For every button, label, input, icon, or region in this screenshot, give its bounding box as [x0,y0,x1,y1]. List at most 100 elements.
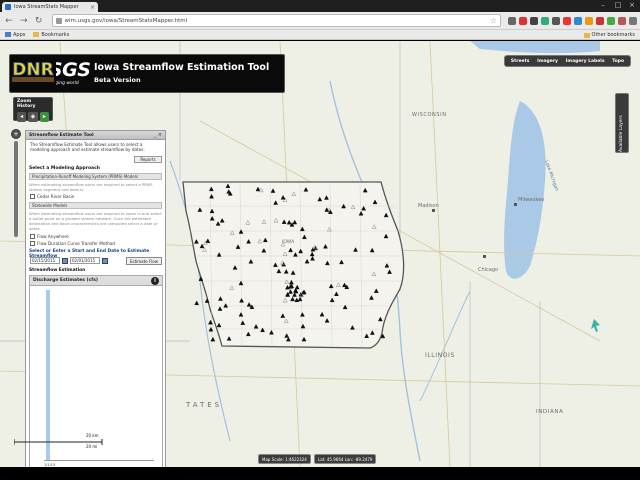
menu-icon[interactable] [628,16,637,25]
apps-icon [5,32,11,37]
iowa-outline [182,181,405,349]
extension-icon[interactable] [584,16,593,25]
basemap-topo-button[interactable]: Topo [612,59,624,64]
basemap-selector: Streets Imagery Imagery Labels Topo [504,55,631,67]
map-label-wisconsin: WISCONSIN [412,112,447,118]
flow-anywhere-label: Flow Anywhere [37,234,69,239]
flow-duration-option[interactable]: Flow Duration Curve Transfer Method [30,241,115,246]
basemap-streets-button[interactable]: Streets [511,59,530,64]
extension-icon[interactable] [529,16,538,25]
zoom-history: Zoom History ◂ ◈ ▸ [13,97,53,122]
bookmarks-bar: Apps Bookmarks Other bookmarks [0,30,640,40]
browser-tab[interactable]: Iowa StreamStats Mapper × [2,2,98,12]
svg-text:DNR: DNR [12,60,53,80]
streamflow-estimation-label: Streamflow Estimation [29,268,86,273]
basemap-imagery-button[interactable]: Imagery [537,59,558,64]
extension-icon[interactable] [562,16,571,25]
map-label-iowa: IOWA [282,239,295,245]
streamgage-marker[interactable] [210,336,216,342]
zoom-back-icon[interactable]: ◂ [17,112,27,122]
map-scale-readout: Map Scale: 1:4622324 [258,454,311,464]
bookmark-star-icon[interactable]: ☆ [490,16,497,25]
close-tab-icon[interactable]: × [90,4,95,11]
panel-title: Streamflow Estimate Tool [29,132,94,138]
available-layers-label: Available Layers [619,115,624,152]
extension-icon[interactable] [507,16,516,25]
pointer-icon [591,319,600,332]
lake-superior-edge [470,41,600,54]
info-icon[interactable]: i [151,276,159,285]
bookmark-apps[interactable]: Apps [5,32,25,38]
other-bookmarks[interactable]: Other bookmarks [583,32,635,38]
extension-icon[interactable] [551,16,560,25]
calendar-icon[interactable] [62,257,68,264]
cedar-river-option[interactable]: Cedar River Basin [30,194,74,199]
map-canvas[interactable]: WISCONSIN ILLINOIS INDIANA IOWA Chicago … [0,41,640,467]
cedar-river-checkbox[interactable] [30,194,35,199]
basemap-imagery-labels-button[interactable]: Imagery Labels [566,59,605,64]
bookmark-bookmarks[interactable]: Bookmarks [33,32,69,38]
end-date-input[interactable]: 02/01/2015 [70,257,100,264]
folder-icon [583,32,590,38]
app-header: USGS science for a changing world Iowa S… [9,54,285,93]
estimate-flow-button[interactable]: Estimate Flow [126,257,162,265]
browser-toolbar: ← → ↻ wim.usgs.gov/iowa/StreamStatsMappe… [0,12,640,30]
zoom-full-extent-icon[interactable]: ◈ [28,112,38,122]
bookmark-label: Apps [13,31,26,38]
extension-icon[interactable] [573,16,582,25]
extension-icon[interactable] [606,16,615,25]
statewide-models-bar[interactable]: Statewide Models [29,202,162,209]
back-arrow-icon[interactable]: ← [3,15,15,27]
flow-anywhere-option[interactable]: Flow Anywhere [30,234,69,239]
reload-icon[interactable]: ↻ [33,15,45,27]
available-layers-tab[interactable]: Available Layers [615,93,629,153]
close-window-icon[interactable]: × [625,1,639,10]
map-label-indiana: INDIANA [536,409,563,415]
map-label-states: TATES [185,401,222,409]
reports-button[interactable]: Reports [134,156,162,163]
flow-duration-checkbox[interactable] [30,241,35,246]
panel-header: Streamflow Estimate Tool _ × [26,131,165,140]
maximize-icon[interactable]: □ [611,1,625,10]
zoom-history-title: Zoom History [17,99,36,109]
panel-intro: The Streamflow Estimate Tool allows user… [30,142,145,153]
flow-duration-label: Flow Duration Curve Transfer Method [37,241,115,246]
prms-models-bar[interactable]: Precipitation-Runoff Modeling System (PR… [29,173,162,180]
date-inputs: 02/15/2015 02/01/2015 [30,257,108,264]
panel-window-controls[interactable]: _ × [154,132,162,138]
page-icon [55,17,62,24]
forward-arrow-icon[interactable]: → [18,15,30,27]
other-bookmarks-label: Other bookmarks [591,32,635,38]
zoom-forward-icon[interactable]: ▸ [39,112,49,122]
map-label-madison: Madison [418,203,439,209]
extension-icon[interactable] [595,16,604,25]
zoom-in-icon[interactable]: + [11,129,21,139]
extension-icon[interactable] [540,16,549,25]
scale-bar: 20 km 20 mi [14,433,104,450]
scale-km-label: 20 km [86,433,99,438]
zoom-slider-track[interactable] [14,141,18,237]
address-bar[interactable]: wim.usgs.gov/iowa/StreamStatsMapper.html… [51,14,501,27]
browser-tabstrip: Iowa StreamStats Mapper × – □ × [0,0,640,12]
map-label-chicago: Chicago [478,267,498,273]
calendar-icon[interactable] [102,257,108,264]
extension-icon[interactable] [518,16,527,25]
map-label-milwaukee: Milwaukee [518,197,544,203]
streamgage-marker[interactable] [194,300,200,306]
bookmark-label: Bookmarks [41,31,70,38]
start-date-input[interactable]: 02/15/2015 [30,257,60,264]
flow-anywhere-checkbox[interactable] [30,234,35,239]
extension-icon[interactable] [617,16,626,25]
prms-note: When estimating streamflow users are req… [29,182,153,192]
cedar-river-label: Cedar River Basin [37,194,75,199]
streamflow-estimate-panel: Streamflow Estimate Tool _ × The Streamf… [25,130,166,467]
discharge-bar [46,290,50,460]
streamgage-marker[interactable] [208,326,214,332]
address-url: wim.usgs.gov/iowa/StreamStatsMapper.html [64,17,188,24]
zoom-slider: + [11,129,21,249]
map-label-illinois: ILLINOIS [425,352,455,359]
minimize-icon[interactable]: – [596,1,610,10]
usgs-favicon-icon [5,4,11,10]
statewide-note: When estimating streamflow users are req… [29,211,162,231]
scale-mi-label: 20 mi [86,444,98,449]
